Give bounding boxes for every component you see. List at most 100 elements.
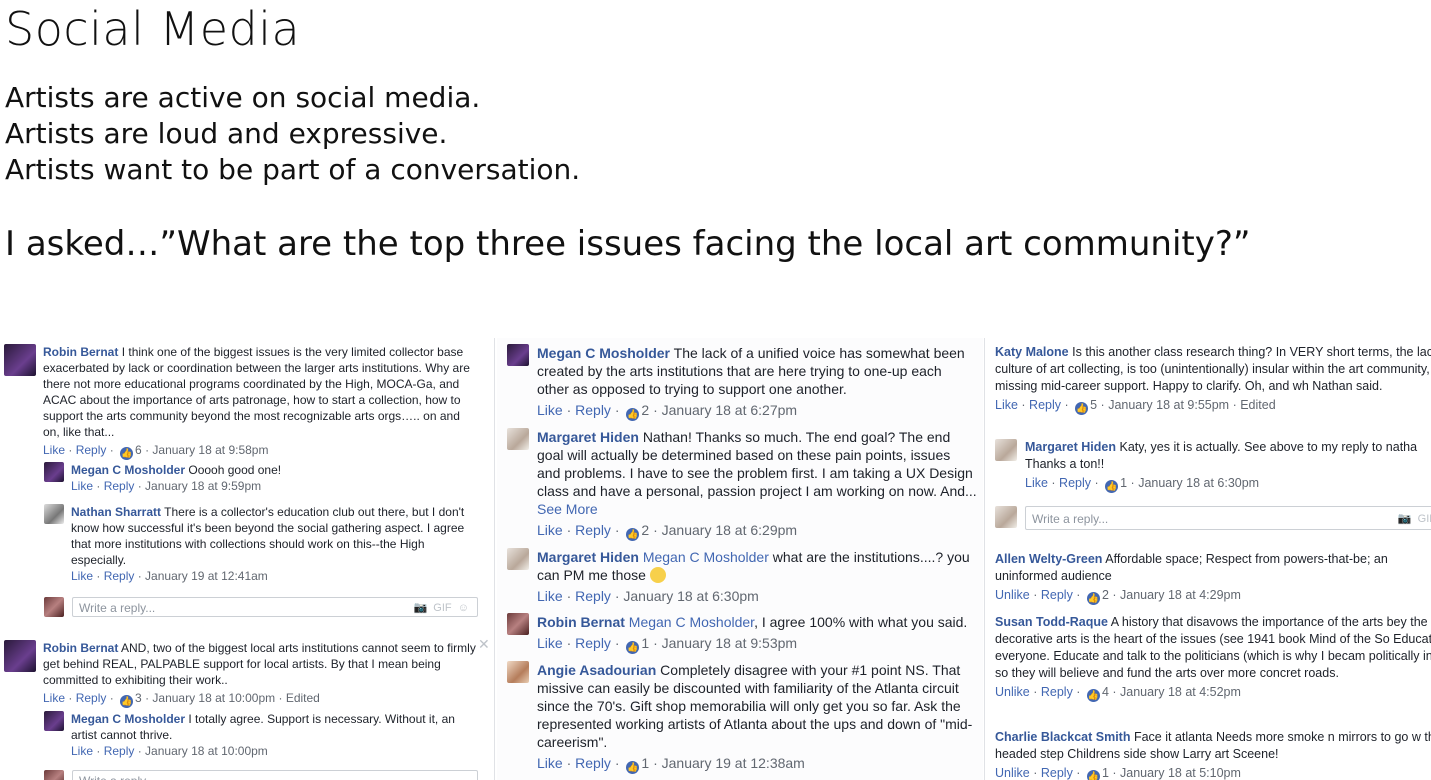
- like-link[interactable]: Like: [71, 479, 93, 493]
- unlike-link[interactable]: Unlike: [995, 685, 1030, 699]
- comment-author[interactable]: Robin Bernat: [43, 345, 118, 359]
- avatar[interactable]: [507, 428, 529, 450]
- reply-link[interactable]: Reply: [1041, 766, 1073, 780]
- comment-time[interactable]: January 18 at 9:55pm: [1108, 398, 1229, 412]
- comment-time[interactable]: January 19 at 12:41am: [145, 569, 268, 583]
- reply-link[interactable]: Reply: [104, 744, 135, 758]
- comment-author[interactable]: Robin Bernat: [537, 614, 625, 630]
- like-count[interactable]: 1: [641, 635, 649, 651]
- tagged-user[interactable]: Megan C Mosholder: [643, 549, 769, 565]
- unlike-link[interactable]: Unlike: [995, 588, 1030, 602]
- comment-text: Ooooh good one!: [188, 463, 282, 477]
- reply-link[interactable]: Reply: [104, 569, 135, 583]
- like-link[interactable]: Like: [537, 635, 563, 651]
- camera-icon[interactable]: 📷: [413, 602, 427, 614]
- like-link[interactable]: Like: [43, 691, 65, 705]
- like-count[interactable]: 2: [1102, 588, 1109, 602]
- comment-time[interactable]: January 18 at 9:53pm: [662, 635, 797, 651]
- like-link[interactable]: Like: [537, 522, 563, 538]
- like-link[interactable]: Like: [537, 402, 563, 418]
- avatar[interactable]: [507, 548, 529, 570]
- like-link[interactable]: Like: [537, 755, 563, 771]
- like-link[interactable]: Like: [43, 443, 65, 457]
- like-count[interactable]: 4: [1102, 685, 1109, 699]
- like-thumb-icon: 👍: [120, 447, 134, 460]
- comment-author[interactable]: Katy Malone: [995, 345, 1069, 359]
- comment-time[interactable]: January 18 at 6:27pm: [662, 402, 797, 418]
- like-link[interactable]: Like: [995, 398, 1018, 412]
- comment-author[interactable]: Margaret Hiden: [537, 549, 639, 565]
- comment-time[interactable]: January 18 at 6:30pm: [623, 588, 758, 604]
- gif-icon[interactable]: GIF: [433, 602, 451, 614]
- reply-link[interactable]: Reply: [104, 479, 135, 493]
- reply-link[interactable]: Reply: [575, 588, 611, 604]
- reply-link[interactable]: Reply: [575, 635, 611, 651]
- comment-author[interactable]: Angie Asadourian: [537, 662, 656, 678]
- like-count[interactable]: 5: [1090, 398, 1097, 412]
- comment-body: Susan Todd-Raque A history that disavows…: [995, 614, 1431, 702]
- avatar[interactable]: [507, 661, 529, 683]
- avatar[interactable]: [44, 711, 64, 731]
- comment-time[interactable]: January 18 at 10:00pm: [145, 744, 268, 758]
- reply-link[interactable]: Reply: [1041, 588, 1073, 602]
- unlike-link[interactable]: Unlike: [995, 766, 1030, 780]
- comment-author[interactable]: Charlie Blackcat Smith: [995, 730, 1130, 744]
- reply-link[interactable]: Reply: [575, 755, 611, 771]
- camera-icon[interactable]: 📷: [1398, 513, 1412, 525]
- reply-input[interactable]: Write a reply... 📷 GIF ☺: [72, 597, 478, 617]
- edited-label[interactable]: Edited: [1240, 398, 1275, 412]
- avatar[interactable]: [507, 344, 529, 366]
- avatar[interactable]: [4, 344, 36, 376]
- close-icon[interactable]: ✕: [478, 636, 490, 652]
- see-more-link[interactable]: See More: [537, 501, 598, 517]
- like-link[interactable]: Like: [71, 569, 93, 583]
- avatar[interactable]: [995, 439, 1017, 461]
- comment-author[interactable]: Susan Todd-Raque: [995, 615, 1108, 629]
- reply-link[interactable]: Reply: [76, 691, 107, 705]
- comment-time[interactable]: January 18 at 6:30pm: [1138, 476, 1259, 490]
- emoji-icon[interactable]: ☺: [458, 602, 469, 614]
- comment-author[interactable]: Margaret Hiden: [1025, 440, 1116, 454]
- comment-time[interactable]: January 18 at 9:58pm: [152, 443, 268, 457]
- gif-icon[interactable]: GIF: [1418, 513, 1431, 525]
- comment-time[interactable]: January 18 at 4:52pm: [1120, 685, 1241, 699]
- comment-author[interactable]: Nathan Sharratt: [71, 505, 161, 519]
- comment-author[interactable]: Margaret Hiden: [537, 429, 639, 445]
- like-count[interactable]: 1: [1102, 766, 1109, 780]
- comment-time[interactable]: January 18 at 6:29pm: [662, 522, 797, 538]
- comment-time[interactable]: January 18 at 10:00pm: [152, 691, 275, 705]
- comment-author[interactable]: Megan C Mosholder: [537, 345, 670, 361]
- comment-author[interactable]: Allen Welty-Green: [995, 552, 1102, 566]
- like-link[interactable]: Like: [71, 744, 93, 758]
- like-count[interactable]: 1: [641, 755, 649, 771]
- reply-link[interactable]: Reply: [1041, 685, 1073, 699]
- reply-input[interactable]: Write a reply...: [72, 770, 478, 780]
- avatar[interactable]: [44, 462, 64, 482]
- comment-time[interactable]: January 18 at 4:29pm: [1120, 588, 1241, 602]
- like-link[interactable]: Like: [1025, 476, 1048, 490]
- reply-link[interactable]: Reply: [575, 522, 611, 538]
- like-count[interactable]: 2: [641, 522, 649, 538]
- reply-input[interactable]: Write a reply... 📷 GIF: [1025, 506, 1431, 530]
- reply-link[interactable]: Reply: [575, 402, 611, 418]
- reply-link[interactable]: Reply: [1029, 398, 1061, 412]
- comment-time[interactable]: January 18 at 9:59pm: [145, 479, 261, 493]
- comment-time[interactable]: January 18 at 5:10pm: [1120, 766, 1241, 780]
- like-count[interactable]: 2: [641, 402, 649, 418]
- comment-author[interactable]: Megan C Mosholder: [71, 463, 185, 477]
- comment-body: Robin Bernat AND, two of the biggest loc…: [43, 640, 476, 708]
- edited-label[interactable]: Edited: [286, 691, 320, 705]
- comment-author[interactable]: Robin Bernat: [43, 641, 118, 655]
- comment-time[interactable]: January 19 at 12:38am: [662, 755, 805, 771]
- like-count[interactable]: 1: [1120, 476, 1127, 490]
- avatar[interactable]: [4, 640, 36, 672]
- reply-link[interactable]: Reply: [76, 443, 107, 457]
- tagged-user[interactable]: Megan C Mosholder: [629, 614, 754, 630]
- like-count[interactable]: 3: [135, 691, 142, 705]
- like-count[interactable]: 6: [135, 443, 142, 457]
- reply-link[interactable]: Reply: [1059, 476, 1091, 490]
- like-link[interactable]: Like: [537, 588, 563, 604]
- comment-author[interactable]: Megan C Mosholder: [71, 712, 185, 726]
- avatar[interactable]: [44, 504, 64, 524]
- avatar[interactable]: [507, 613, 529, 635]
